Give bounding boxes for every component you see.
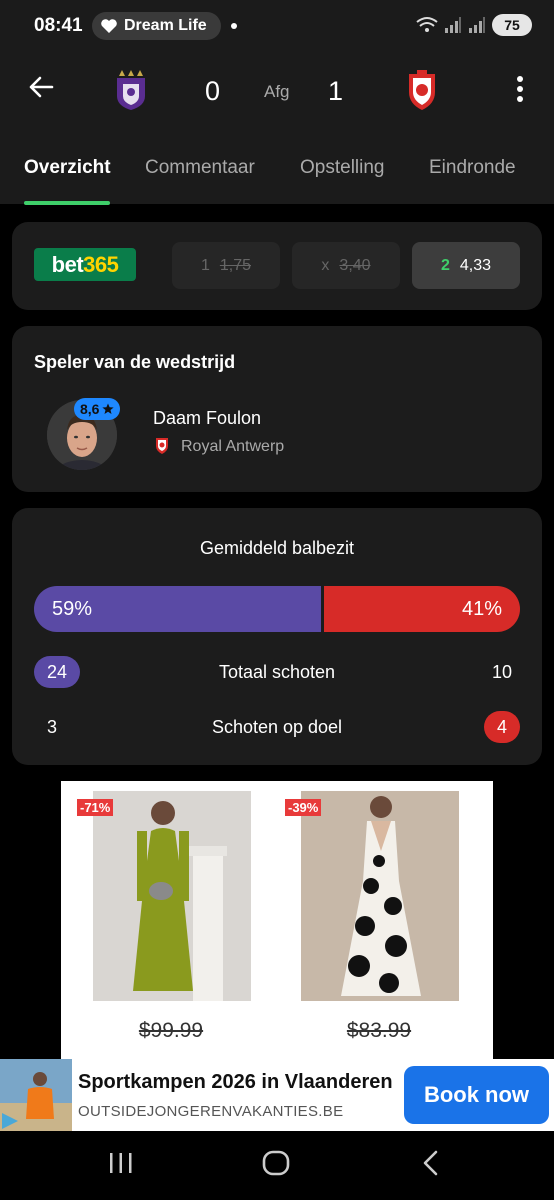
system-navigation-bar — [0, 1131, 554, 1200]
back-arrow-icon[interactable] — [26, 72, 56, 102]
ad-product-card[interactable]: -71% $99.99 — [71, 791, 271, 1055]
odds-label: 1 — [200, 256, 210, 274]
star-icon — [102, 403, 115, 414]
battery-level: 75 — [504, 17, 520, 33]
discount-badge: -71% — [77, 799, 114, 816]
score-away: 1 — [328, 76, 344, 106]
tab-bar: Overzicht Commentaar Opstelling Eindrond… — [0, 157, 554, 205]
active-tab-indicator — [24, 201, 110, 205]
ad-url: OUTSIDEJONGERENVAKANTIES.BE — [78, 1103, 344, 1120]
status-time: 08:41 — [34, 15, 83, 36]
player-team: Royal Antwerp — [181, 438, 285, 455]
match-header: 0 Afg 1 Overzicht Commentaar Opstelling … — [0, 52, 554, 205]
total-shots-away: 10 — [491, 661, 513, 682]
product-price: $99.99 — [138, 1019, 204, 1042]
player-of-match-card[interactable]: Speler van de wedstrijd 8,6 Daam Foulon … — [12, 326, 542, 492]
possession-bar: 59% 41% — [34, 586, 520, 632]
ad-title: Sportkampen 2026 in Vlaanderen — [78, 1071, 393, 1093]
shots-on-target-away: 4 — [484, 711, 520, 743]
signal-icon — [469, 17, 485, 33]
stats-card: Gemiddeld balbezit 59% 41% 24 Totaal sch… — [12, 508, 542, 765]
status-icons: 75 — [416, 14, 532, 36]
odds-label: x — [321, 256, 330, 274]
recent-apps-icon[interactable] — [108, 1149, 134, 1177]
possession-title: Gemiddeld balbezit — [199, 538, 355, 558]
royal-antwerp-crest-icon[interactable] — [407, 70, 437, 110]
polka-dot-dress-image — [301, 791, 459, 1001]
product-price: $83.99 — [346, 1019, 412, 1042]
status-bar: 08:41 Dream Life 75 — [0, 0, 554, 52]
heart-icon — [101, 19, 117, 33]
ad-product-grid[interactable]: -71% $99.99 -39% $83.99 — [61, 781, 493, 1059]
tab-commentaar[interactable]: Commentaar — [145, 157, 255, 179]
ad-banner[interactable]: Sportkampen 2026 in Vlaanderen OUTSIDEJO… — [0, 1059, 554, 1131]
odds-value: 3,40 — [339, 256, 371, 274]
bet365-logo[interactable]: bet 365 — [34, 248, 136, 281]
score-home: 0 — [205, 76, 221, 106]
dream-life-pill[interactable]: Dream Life — [92, 12, 221, 40]
odds-label: 2 — [440, 256, 450, 274]
possession-away-segment: 41% — [323, 586, 520, 632]
discount-badge: -39% — [285, 799, 322, 816]
shots-on-target-label: Schoten op doel — [211, 717, 343, 737]
total-shots-label: Totaal schoten — [218, 662, 336, 682]
odds-away-win-button[interactable]: 2 4,33 — [412, 242, 520, 289]
back-icon[interactable] — [420, 1149, 442, 1177]
match-status: Afg — [264, 82, 290, 101]
rating-value: 8,6 — [80, 401, 100, 417]
more-options-icon[interactable] — [514, 74, 526, 104]
odds-home-win-button[interactable]: 1 1,75 — [172, 242, 280, 289]
signal-icon — [445, 17, 461, 33]
royal-antwerp-crest-icon — [156, 438, 168, 454]
odds-value: 1,75 — [219, 256, 252, 274]
book-now-button[interactable]: Book now — [404, 1066, 549, 1124]
notification-dot — [231, 23, 237, 29]
odds-draw-button[interactable]: x 3,40 — [292, 242, 400, 289]
odds-card: bet 365 1 1,75 x 3,40 2 4,33 — [12, 222, 542, 310]
tab-opstelling[interactable]: Opstelling — [300, 157, 385, 179]
possession-home-value: 59% — [52, 597, 93, 620]
pill-label: Dream Life — [124, 17, 207, 34]
battery-indicator: 75 — [492, 14, 532, 36]
possession-home-segment: 59% — [34, 586, 321, 632]
wifi-icon — [416, 17, 438, 32]
ad-choices-icon[interactable] — [0, 1111, 20, 1131]
possession-away-value: 41% — [461, 597, 502, 620]
motm-title: Speler van de wedstrijd — [34, 352, 236, 372]
anderlecht-crest-icon[interactable] — [114, 70, 148, 110]
odds-value: 4,33 — [459, 256, 492, 274]
ad-product-card[interactable]: -39% $83.99 — [279, 791, 479, 1055]
home-icon[interactable] — [262, 1149, 290, 1177]
tab-overzicht[interactable]: Overzicht — [24, 157, 111, 179]
player-rating-badge: 8,6 — [74, 398, 121, 420]
player-name: Daam Foulon — [153, 408, 262, 428]
tab-eindronde[interactable]: Eindronde — [429, 157, 516, 179]
green-dress-image — [93, 791, 251, 1001]
